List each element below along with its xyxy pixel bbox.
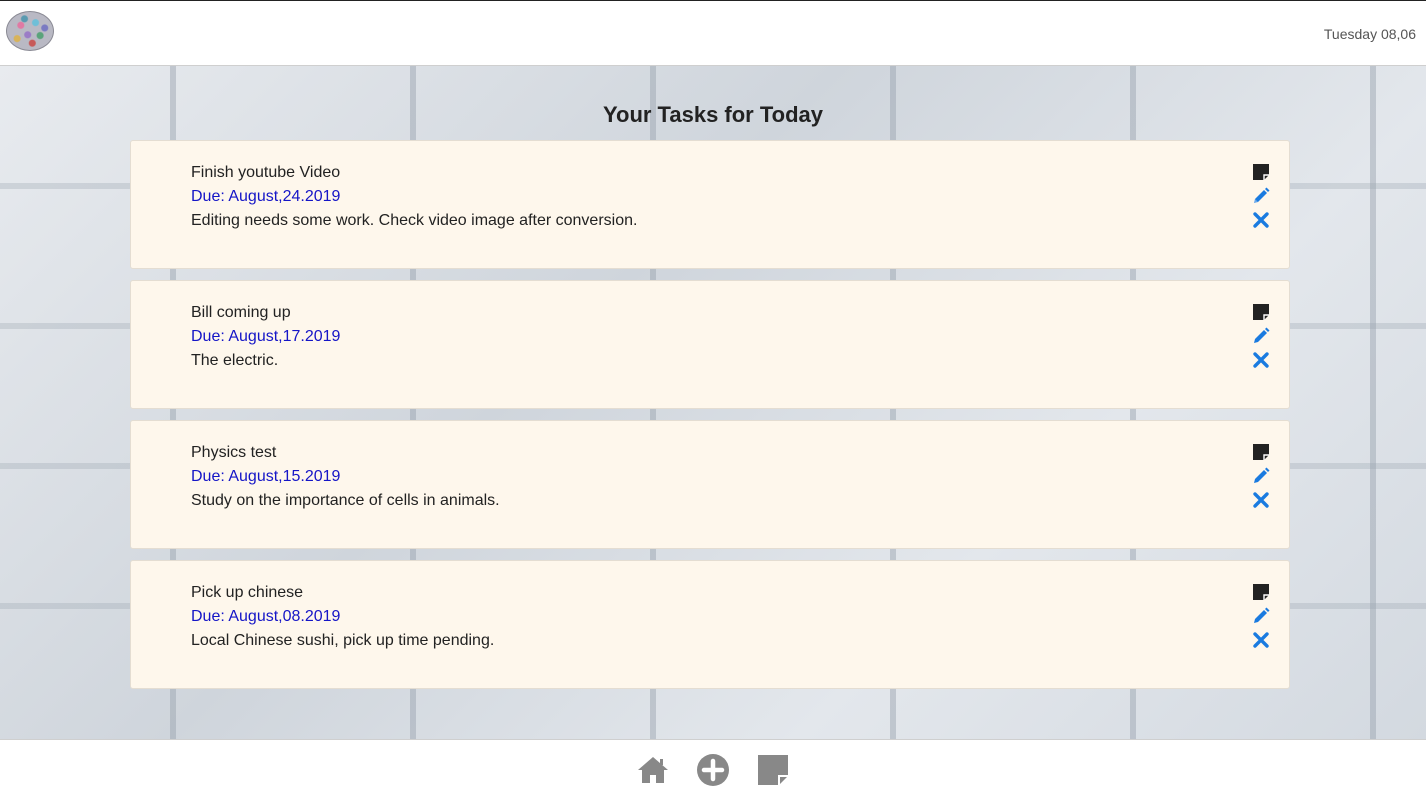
task-actions (1251, 442, 1273, 514)
sticky-note-icon[interactable] (755, 752, 791, 788)
sticky-note-icon[interactable] (1251, 442, 1273, 462)
bottom-nav (0, 739, 1426, 797)
close-icon[interactable] (1251, 350, 1273, 370)
task-description: Local Chinese sushi, pick up time pendin… (191, 632, 495, 649)
task-title: Bill coming up (191, 304, 291, 321)
sticky-note-icon[interactable] (1251, 582, 1273, 602)
task-actions (1251, 302, 1273, 374)
task-title: Physics test (191, 444, 277, 461)
home-icon[interactable] (635, 752, 671, 788)
close-icon[interactable] (1251, 210, 1273, 230)
task-card: Finish youtube Video Due: August,24.2019… (130, 140, 1290, 269)
close-icon[interactable] (1251, 630, 1273, 650)
task-due-date: Due: August,08.2019 (191, 608, 341, 625)
task-title: Finish youtube Video (191, 164, 341, 181)
task-due-date: Due: August,17.2019 (191, 328, 341, 345)
close-icon[interactable] (1251, 490, 1273, 510)
current-datetime: Tuesday 08,06 (1323, 26, 1416, 42)
task-description: Study on the importance of cells in anim… (191, 492, 500, 509)
pencil-icon[interactable] (1251, 186, 1273, 206)
task-card: Bill coming up Due: August,17.2019 The e… (130, 280, 1290, 409)
task-description: Editing needs some work. Check video ima… (191, 212, 638, 229)
task-title: Pick up chinese (191, 584, 304, 601)
sticky-note-icon[interactable] (1251, 302, 1273, 322)
task-actions (1251, 582, 1273, 654)
bottom-nav-icons (0, 752, 1426, 788)
page-title: Your Tasks for Today (602, 102, 824, 127)
task-actions (1251, 162, 1273, 234)
top-bar: Tuesday 08,06 (0, 0, 1426, 66)
pencil-icon[interactable] (1251, 466, 1273, 486)
sticky-note-icon[interactable] (1251, 162, 1273, 182)
pencil-icon[interactable] (1251, 606, 1273, 626)
pencil-icon[interactable] (1251, 326, 1273, 346)
task-card: Physics test Due: August,15.2019 Study o… (130, 420, 1290, 549)
plus-circle-icon[interactable] (695, 752, 731, 788)
task-card: Pick up chinese Due: August,08.2019 Loca… (130, 560, 1290, 689)
task-due-date: Due: August,24.2019 (191, 188, 341, 205)
task-due-date: Due: August,15.2019 (191, 468, 341, 485)
logo-avatar[interactable] (6, 11, 54, 51)
app-root: Tuesday 08,06 Your Tasks for Today Finis… (0, 0, 1426, 797)
task-description: The electric. (191, 352, 279, 369)
task-list-area: Your Tasks for Today Finish youtube Vide… (0, 66, 1426, 739)
